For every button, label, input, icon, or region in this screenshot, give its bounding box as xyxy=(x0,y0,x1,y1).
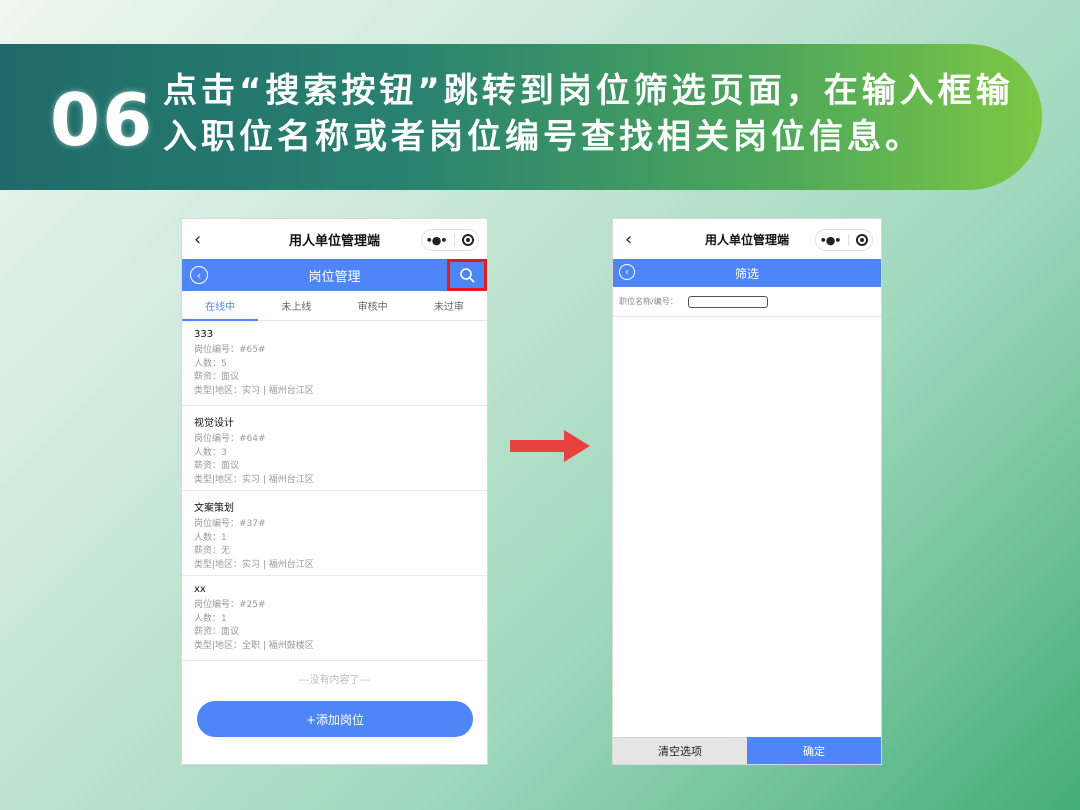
status-tabs: 在线中 未上线 审核中 未过审 xyxy=(182,291,487,321)
job-title: 333 xyxy=(194,329,214,340)
job-name-or-code-input[interactable] xyxy=(687,295,768,308)
job-code: 岗位编号：#37# xyxy=(194,519,266,529)
circle-back-icon[interactable]: ‹ xyxy=(190,266,208,284)
circle-back-icon[interactable]: ‹ xyxy=(619,264,635,280)
job-headcount: 人数：1 xyxy=(194,532,227,543)
search-icon xyxy=(460,268,475,283)
filter-actions: 清空选项 确定 xyxy=(613,737,881,764)
miniapp-top-bar: ‹ 用人单位管理端 •●• xyxy=(182,219,487,259)
end-of-list-tip: ---没有内容了--- xyxy=(298,675,371,686)
phone-screen-filter: ‹ 用人单位管理端 •●• ‹ 筛选 职位名称/编号： 清空选项 确定 xyxy=(612,218,882,765)
confirm-button[interactable]: 确定 xyxy=(747,737,881,764)
tab-reviewing[interactable]: 审核中 xyxy=(335,291,411,320)
job-code: 岗位编号：#25# xyxy=(194,600,266,610)
job-headcount: 人数：3 xyxy=(194,447,227,458)
page-title: 筛选 xyxy=(734,266,759,281)
filter-label: 职位名称/编号： xyxy=(619,297,678,306)
job-salary: 薪资：面议 xyxy=(194,627,240,637)
app-title: 用人单位管理端 xyxy=(704,232,789,247)
page-title: 岗位管理 xyxy=(308,269,361,285)
filter-row: 职位名称/编号： xyxy=(613,287,881,317)
job-code: 岗位编号：#64# xyxy=(194,434,266,444)
instruction-banner: 06 点击“搜索按钮”跳转到岗位筛选页面，在输入框输入职位名称或者岗位编号查找相… xyxy=(0,44,1042,190)
job-title: xx xyxy=(194,584,206,595)
back-icon[interactable]: ‹ xyxy=(194,229,201,250)
step-instruction: 点击“搜索按钮”跳转到岗位筛选页面，在输入框输入职位名称或者岗位编号查找相关岗位… xyxy=(163,71,1014,157)
tab-rejected[interactable]: 未过审 xyxy=(411,291,487,320)
add-job-button[interactable]: +添加岗位 xyxy=(197,701,473,737)
job-salary: 薪资：无 xyxy=(194,546,231,556)
job-list: 333 岗位编号：#65# 人数：5 薪资：面议 类型|地区：实习 | 福州台江… xyxy=(182,321,487,661)
arrow-right-icon xyxy=(510,430,590,462)
capsule-menu: •●• xyxy=(815,229,873,251)
page-header: ‹ 筛选 xyxy=(613,259,881,287)
back-icon[interactable]: ‹ xyxy=(625,229,632,250)
more-icon[interactable]: •●• xyxy=(426,234,448,247)
close-miniapp-icon[interactable] xyxy=(856,234,869,246)
more-icon[interactable]: •●• xyxy=(820,234,842,247)
job-card[interactable]: 333 岗位编号：#65# 人数：5 薪资：面议 类型|地区：实习 | 福州台江… xyxy=(182,321,487,406)
job-title: 文案策划 xyxy=(194,503,234,514)
miniapp-top-bar: ‹ 用人单位管理端 •●• xyxy=(613,219,881,259)
job-title: 视觉设计 xyxy=(194,418,234,429)
job-code: 岗位编号：#65# xyxy=(194,345,266,355)
job-type-area: 类型|地区：实习 | 福州台江区 xyxy=(194,559,314,570)
tab-online[interactable]: 在线中 xyxy=(182,291,259,321)
job-headcount: 人数：1 xyxy=(194,613,227,624)
tab-offline[interactable]: 未上线 xyxy=(258,291,334,320)
step-number: 06 xyxy=(50,78,155,162)
capsule-divider xyxy=(453,234,455,246)
phone-screen-job-management: ‹ 用人单位管理端 •●• ‹ 岗位管理 在线中 未上线 审核中 未过审 333… xyxy=(181,218,488,765)
job-card[interactable]: 文案策划 岗位编号：#37# 人数：1 薪资：无 类型|地区：实习 | 福州台江… xyxy=(182,491,487,576)
clear-options-button[interactable]: 清空选项 xyxy=(613,737,747,764)
job-card[interactable]: 视觉设计 岗位编号：#64# 人数：3 薪资：面议 类型|地区：实习 | 福州台… xyxy=(182,406,487,491)
job-headcount: 人数：5 xyxy=(194,358,227,369)
app-title: 用人单位管理端 xyxy=(288,233,380,249)
page-header: ‹ 岗位管理 xyxy=(182,259,487,291)
job-type-area: 类型|地区：全职 | 福州鼓楼区 xyxy=(194,640,314,651)
job-card[interactable]: xx 岗位编号：#25# 人数：1 薪资：面议 类型|地区：全职 | 福州鼓楼区 xyxy=(182,576,487,661)
capsule-menu: •●• xyxy=(421,229,479,251)
job-salary: 薪资：面议 xyxy=(194,372,240,382)
close-miniapp-icon[interactable] xyxy=(462,234,475,246)
capsule-divider xyxy=(847,234,849,246)
search-button[interactable] xyxy=(447,259,487,291)
job-type-area: 类型|地区：实习 | 福州台江区 xyxy=(194,385,314,396)
job-type-area: 类型|地区：实习 | 福州台江区 xyxy=(194,474,314,485)
job-salary: 薪资：面议 xyxy=(194,461,240,471)
